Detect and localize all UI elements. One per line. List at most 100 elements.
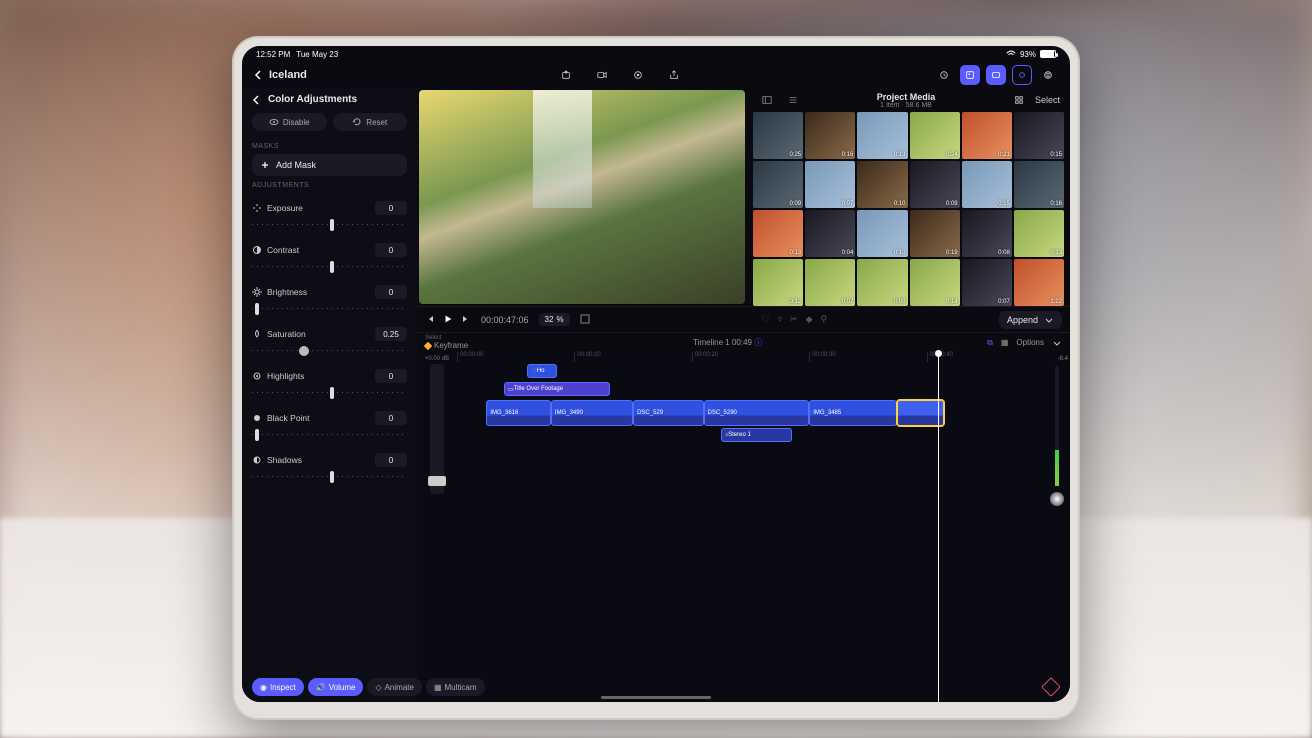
audio-clip[interactable]: ♪ Stereo 1 <box>721 428 791 442</box>
media-clip[interactable]: 0:12 <box>753 259 803 306</box>
media-subtitle: 1 Item · 58.6 MB <box>803 102 1009 109</box>
append-button[interactable]: Append <box>999 311 1062 329</box>
grid-icon[interactable] <box>1009 90 1029 110</box>
tl-layout-icon[interactable]: ▦ <box>1001 338 1009 347</box>
shadows-value[interactable]: 0 <box>375 453 407 467</box>
timeline-clip[interactable]: IMG_3490 <box>551 400 633 426</box>
list-icon[interactable] <box>783 90 803 110</box>
media-clip[interactable]: 0:19 <box>910 210 960 257</box>
exposure-icon <box>252 203 262 213</box>
browser-photo-icon[interactable] <box>960 65 980 85</box>
media-clip[interactable]: 0:09 <box>910 161 960 208</box>
keyframe-mode[interactable]: Keyframe <box>425 341 468 350</box>
media-clip[interactable]: 0:14 <box>910 259 960 306</box>
media-clip[interactable]: 0:10 <box>857 210 907 257</box>
timeline-clip[interactable]: IMG_3485 <box>809 400 897 426</box>
preview-viewer[interactable] <box>417 88 747 306</box>
exposure-value[interactable]: 0 <box>375 201 407 215</box>
tab-inspect[interactable]: ◉ Inspect <box>252 678 304 696</box>
media-clip[interactable]: 0:15 <box>962 161 1012 208</box>
media-clip[interactable]: 0:10 <box>857 161 907 208</box>
timeline[interactable]: +0.00 dB 00:00:00 00:00:10 00:00:20 00:0… <box>417 352 1070 702</box>
saturation-slider[interactable] <box>252 343 407 359</box>
share-icon[interactable] <box>664 65 684 85</box>
back-button[interactable]: Iceland <box>254 69 307 81</box>
add-mask-button[interactable]: Add Mask <box>252 154 407 176</box>
tab-multicam[interactable]: ▦ Multicam <box>426 678 485 696</box>
media-clip[interactable]: 0:21 <box>962 112 1012 159</box>
settings-icon[interactable] <box>1038 65 1058 85</box>
clip-duration: 0:10 <box>894 250 906 256</box>
timeline-ruler[interactable]: 00:00:00 00:00:10 00:00:20 00:00:30 00:0… <box>457 352 1044 362</box>
media-clip[interactable]: 1:22 <box>1014 259 1064 306</box>
media-clip[interactable]: 0:24 <box>910 112 960 159</box>
browser-audio-icon[interactable] <box>1012 65 1032 85</box>
media-clip[interactable]: 0:13 <box>753 210 803 257</box>
media-clip[interactable]: 0:08 <box>857 259 907 306</box>
play-button[interactable] <box>443 314 453 326</box>
prev-frame-button[interactable] <box>425 314 435 326</box>
reset-button[interactable]: Reset <box>333 113 408 131</box>
timeline-clip[interactable]: DSC_529 <box>633 400 703 426</box>
media-clip[interactable]: 0:16 <box>1014 161 1064 208</box>
blackpoint-slider[interactable] <box>252 427 407 443</box>
media-clip[interactable]: 0:08 <box>962 210 1012 257</box>
fullscreen-icon[interactable] <box>580 314 590 326</box>
media-clip[interactable]: 0:07 <box>805 161 855 208</box>
browser-media-icon[interactable] <box>986 65 1006 85</box>
contrast-slider[interactable] <box>252 259 407 275</box>
highlights-value[interactable]: 0 <box>375 369 407 383</box>
media-clip[interactable]: 0:07 <box>805 259 855 306</box>
clip-duration: 0:08 <box>998 250 1010 256</box>
history-icon[interactable] <box>934 65 954 85</box>
import-icon[interactable] <box>556 65 576 85</box>
blackpoint-value[interactable]: 0 <box>375 411 407 425</box>
media-clip[interactable]: 0:09 <box>753 161 803 208</box>
sidebar-toggle-icon[interactable] <box>757 90 777 110</box>
snap-icon[interactable]: ⧉ <box>987 338 993 348</box>
tab-animate[interactable]: ◇ Animate <box>367 678 422 696</box>
timecode[interactable]: 00:00:47:06 <box>481 315 529 325</box>
tab-volume[interactable]: 🔊 Volume <box>308 678 364 696</box>
exposure-slider[interactable] <box>252 217 407 233</box>
camera-icon[interactable] <box>592 65 612 85</box>
keyframe-tool-icon[interactable]: ◆ <box>806 314 813 325</box>
brightness-slider[interactable] <box>252 301 407 317</box>
media-clip[interactable]: 0:07 <box>962 259 1012 306</box>
timeline-clip-selected[interactable] <box>897 400 944 426</box>
media-clip[interactable]: 0:04 <box>805 210 855 257</box>
ipad-frame: 12:52 PM Tue May 23 93% Iceland Color Ad… <box>232 36 1080 720</box>
media-clip[interactable]: 0:15 <box>1014 112 1064 159</box>
marker-icon[interactable]: ▿ <box>778 314 783 325</box>
info-icon[interactable]: ⓘ <box>754 338 762 347</box>
media-clip[interactable]: 0:25 <box>753 112 803 159</box>
playhead[interactable] <box>938 352 939 702</box>
home-indicator[interactable] <box>601 696 711 699</box>
blade-icon[interactable]: ✂ <box>790 314 798 325</box>
select-button[interactable]: Select <box>1035 95 1060 105</box>
next-frame-button[interactable] <box>461 314 471 326</box>
saturation-value[interactable]: 0.25 <box>375 327 407 341</box>
clip-duration: 0:07 <box>842 299 854 305</box>
media-clip[interactable]: 0:16 <box>805 112 855 159</box>
media-clip[interactable]: 0:19 <box>857 112 907 159</box>
clip-ho[interactable]: ♡Ho <box>527 364 556 378</box>
disable-button[interactable]: Disable <box>252 113 327 131</box>
favorite-icon[interactable]: ♡ <box>761 314 769 325</box>
shadows-slider[interactable] <box>252 469 407 485</box>
timeline-clip[interactable]: IMG_3616 <box>486 400 551 426</box>
link-icon[interactable]: ⚲ <box>821 314 828 325</box>
jog-wheel[interactable] <box>1050 492 1064 506</box>
timeline-clip[interactable]: DSC_5290 <box>704 400 810 426</box>
title-clip[interactable]: ▭ Title Over Footage <box>504 382 610 396</box>
voiceover-icon[interactable] <box>628 65 648 85</box>
contrast-icon <box>252 245 262 255</box>
highlights-slider[interactable] <box>252 385 407 401</box>
options-button[interactable]: Options <box>1016 338 1044 347</box>
brightness-value[interactable]: 0 <box>375 285 407 299</box>
volume-fader[interactable] <box>430 364 444 494</box>
zoom-control[interactable]: 32% <box>539 313 570 326</box>
media-clip[interactable]: 0:13 <box>1014 210 1064 257</box>
inspector-back[interactable]: Color Adjustments <box>252 94 407 105</box>
contrast-value[interactable]: 0 <box>375 243 407 257</box>
